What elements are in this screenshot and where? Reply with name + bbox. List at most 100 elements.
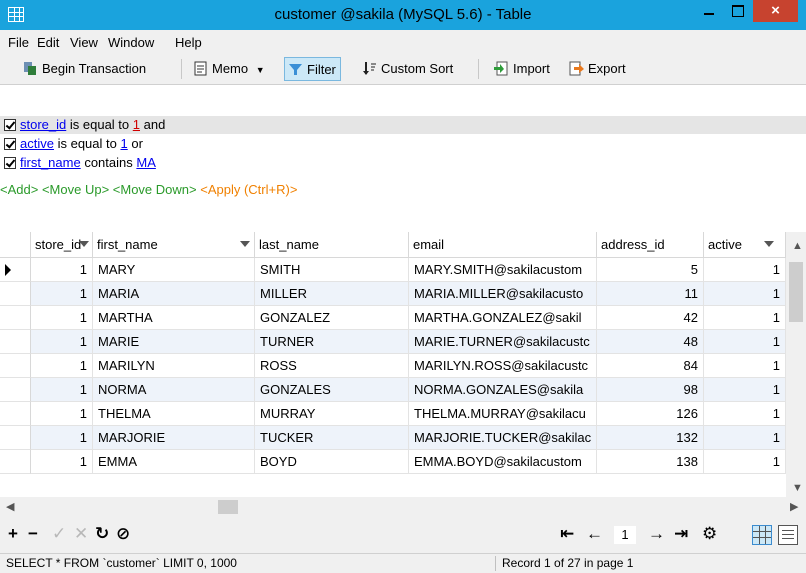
cell-email[interactable]: EMMA.BOYD@sakilacustom [409,450,597,474]
cell-active[interactable]: 1 [704,402,786,426]
filter-value[interactable]: MA [136,155,156,170]
menu-edit[interactable]: Edit [37,35,59,50]
cell-first-name[interactable]: THELMA [93,402,255,426]
cell-address-id[interactable]: 42 [597,306,704,330]
filter-field[interactable]: store_id [20,117,66,132]
cell-email[interactable]: THELMA.MURRAY@sakilacu [409,402,597,426]
filter-join[interactable]: or [131,136,143,151]
import-button[interactable]: Import [491,57,550,81]
filter-operator[interactable]: contains [84,155,132,170]
cell-active[interactable]: 1 [704,306,786,330]
filter-condition[interactable]: active is equal to 1 or [4,135,143,153]
cell-store-id[interactable]: 1 [31,402,93,426]
cell-active[interactable]: 1 [704,330,786,354]
gear-icon[interactable]: ⚙ [702,524,717,544]
cell-first-name[interactable]: MARILYN [93,354,255,378]
cell-address-id[interactable]: 98 [597,378,704,402]
delete-record-icon[interactable]: − [28,524,38,544]
form-view-icon[interactable] [778,525,798,545]
cell-address-id[interactable]: 132 [597,426,704,450]
table-row[interactable]: 1 MARILYN ROSS MARILYN.ROSS@sakilacustc 84 1 [0,354,786,378]
column-header-last-name[interactable]: last_name [255,232,409,258]
refresh-icon[interactable]: ↻ [95,524,109,544]
filter-operator[interactable]: is equal to [58,136,117,151]
next-page-icon[interactable]: → [648,524,665,544]
cell-first-name[interactable]: MARTHA [93,306,255,330]
table-row[interactable]: 1 MARJORIE TUCKER MARJORIE.TUCKER@sakilac 13… [0,426,786,450]
cell-email[interactable]: MARJORIE.TUCKER@sakilac [409,426,597,450]
menu-help[interactable]: Help [175,35,202,50]
cell-email[interactable]: MARIA.MILLER@sakilacusto [409,282,597,306]
horizontal-scrollbar[interactable]: ◀ ▶ [0,497,806,517]
cell-address-id[interactable]: 5 [597,258,704,282]
filter-condition-checkbox[interactable] [4,138,16,150]
custom-sort-button[interactable]: Custom Sort [359,57,453,81]
cell-active[interactable]: 1 [704,426,786,450]
cell-last-name[interactable]: TURNER [255,330,409,354]
cell-last-name[interactable]: MURRAY [255,402,409,426]
cell-first-name[interactable]: MARY [93,258,255,282]
cell-email[interactable]: MARY.SMITH@sakilacustom [409,258,597,282]
row-indicator[interactable] [0,450,31,474]
close-button[interactable]: × [753,0,798,22]
apply-filter-link[interactable]: <Apply (Ctrl+R)> [200,182,297,197]
filter-condition[interactable]: first_name contains MA [4,154,156,172]
filter-field[interactable]: active [20,136,54,151]
cell-email[interactable]: MARIE.TURNER@sakilacustc [409,330,597,354]
filter-operator[interactable]: is equal to [70,117,129,132]
apply-changes-icon[interactable]: ✓ [52,524,66,544]
column-header-address-id[interactable]: address_id [597,232,704,258]
menu-window[interactable]: Window [108,35,154,50]
begin-transaction-button[interactable]: Begin Transaction [20,57,146,81]
table-row[interactable]: 1 THELMA MURRAY THELMA.MURRAY@sakilacu 126 1 [0,402,786,426]
row-indicator[interactable] [0,306,31,330]
cell-last-name[interactable]: MILLER [255,282,409,306]
row-indicator[interactable] [0,378,31,402]
cell-address-id[interactable]: 138 [597,450,704,474]
filter-condition-checkbox[interactable] [4,157,16,169]
cell-first-name[interactable]: EMMA [93,450,255,474]
cell-address-id[interactable]: 84 [597,354,704,378]
last-page-icon[interactable]: ⇥ [674,524,688,544]
cell-first-name[interactable]: NORMA [93,378,255,402]
menu-view[interactable]: View [70,35,98,50]
menu-file[interactable]: File [8,35,29,50]
cell-store-id[interactable]: 1 [31,354,93,378]
cell-active[interactable]: 1 [704,378,786,402]
column-header-active[interactable]: active [704,232,786,258]
cell-email[interactable]: NORMA.GONZALES@sakila [409,378,597,402]
cell-store-id[interactable]: 1 [31,426,93,450]
cell-address-id[interactable]: 48 [597,330,704,354]
move-down-link[interactable]: <Move Down> [113,182,197,197]
column-header-store-id[interactable]: store_id [31,232,93,258]
cell-address-id[interactable]: 11 [597,282,704,306]
scroll-left-icon[interactable]: ◀ [6,500,14,513]
cell-email[interactable]: MARILYN.ROSS@sakilacustc [409,354,597,378]
memo-button[interactable]: Memo ▼ [190,57,265,81]
table-row[interactable]: 1 MARIA MILLER MARIA.MILLER@sakilacusto 11 1 [0,282,786,306]
add-record-icon[interactable]: + [8,524,18,544]
vertical-scrollbar[interactable]: ▲ ▼ [786,232,806,497]
cell-active[interactable]: 1 [704,450,786,474]
previous-page-icon[interactable]: ← [586,524,603,544]
vertical-scroll-thumb[interactable] [789,262,803,322]
discard-changes-icon[interactable]: ✕ [74,524,88,544]
cell-email[interactable]: MARTHA.GONZALEZ@sakil [409,306,597,330]
move-up-link[interactable]: <Move Up> [42,182,109,197]
first-page-icon[interactable]: ⇤ [560,524,574,544]
cell-last-name[interactable]: SMITH [255,258,409,282]
row-indicator[interactable] [0,282,31,306]
minimize-button[interactable] [695,0,723,22]
page-number-field[interactable]: 1 [614,526,636,544]
cell-store-id[interactable]: 1 [31,306,93,330]
filter-condition[interactable]: store_id is equal to 1 and [0,116,806,134]
row-indicator[interactable] [0,402,31,426]
filter-condition-checkbox[interactable] [4,119,16,131]
cell-active[interactable]: 1 [704,282,786,306]
cell-store-id[interactable]: 1 [31,258,93,282]
cell-last-name[interactable]: ROSS [255,354,409,378]
cell-store-id[interactable]: 1 [31,450,93,474]
grid-view-icon[interactable] [752,525,772,545]
table-row[interactable]: 1 MARY SMITH MARY.SMITH@sakilacustom 5 1 [0,258,786,282]
filter-value[interactable]: 1 [120,136,127,151]
